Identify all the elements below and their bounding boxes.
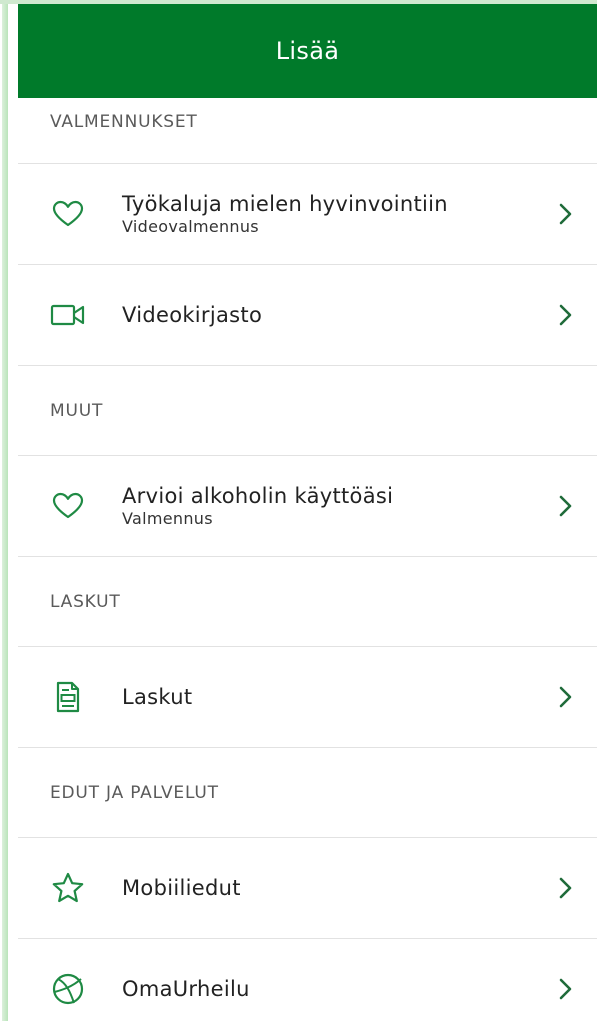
list-item-videokirjasto[interactable]: Videokirjasto xyxy=(18,265,597,366)
header-bar: Lisää xyxy=(18,4,597,98)
list-item-tyokaluja[interactable]: Työkaluja mielen hyvinvointiin Videovalm… xyxy=(18,164,597,265)
page-title: Lisää xyxy=(275,37,340,65)
list-item-omaurheilu[interactable]: OmaUrheilu xyxy=(18,939,597,1021)
item-title: Videokirjasto xyxy=(122,303,263,327)
chevron-right-icon xyxy=(555,977,575,1001)
chevron-right-icon xyxy=(555,494,575,518)
list-item-laskut[interactable]: Laskut xyxy=(18,647,597,748)
section-header-edut-ja-palvelut: EDUT JA PALVELUT xyxy=(18,748,597,838)
list-item-arvioi-alkoholin[interactable]: Arvioi alkoholin käyttöäsi Valmennus xyxy=(18,456,597,557)
video-camera-icon xyxy=(50,297,86,333)
item-title: Laskut xyxy=(122,685,193,709)
heart-icon xyxy=(50,488,86,524)
chevron-right-icon xyxy=(555,876,575,900)
menu-list: VALMENNUKSET Työkaluja mielen hyvinvoint… xyxy=(18,98,597,1021)
item-title: Mobiiliedut xyxy=(122,876,241,900)
item-title: Työkaluja mielen hyvinvointiin xyxy=(122,192,448,216)
left-edge-shadow xyxy=(0,0,8,1021)
item-subtitle: Valmennus xyxy=(122,509,213,528)
item-subtitle: Videovalmennus xyxy=(122,217,259,236)
screen: Lisää VALMENNUKSET Työkaluja mielen hyvi… xyxy=(0,0,597,1021)
invoice-icon xyxy=(50,679,86,715)
section-header-laskut: LASKUT xyxy=(18,557,597,647)
section-header-muut: MUUT xyxy=(18,366,597,456)
item-title: OmaUrheilu xyxy=(122,977,250,1001)
chevron-right-icon xyxy=(555,303,575,327)
heart-icon xyxy=(50,196,86,232)
star-icon xyxy=(50,870,86,906)
chevron-right-icon xyxy=(555,685,575,709)
chevron-right-icon xyxy=(555,202,575,226)
section-header-valmennukset: VALMENNUKSET xyxy=(18,98,597,164)
ball-icon xyxy=(50,971,86,1007)
list-item-mobiiliedut[interactable]: Mobiiliedut xyxy=(18,838,597,939)
item-title: Arvioi alkoholin käyttöäsi xyxy=(122,484,394,508)
